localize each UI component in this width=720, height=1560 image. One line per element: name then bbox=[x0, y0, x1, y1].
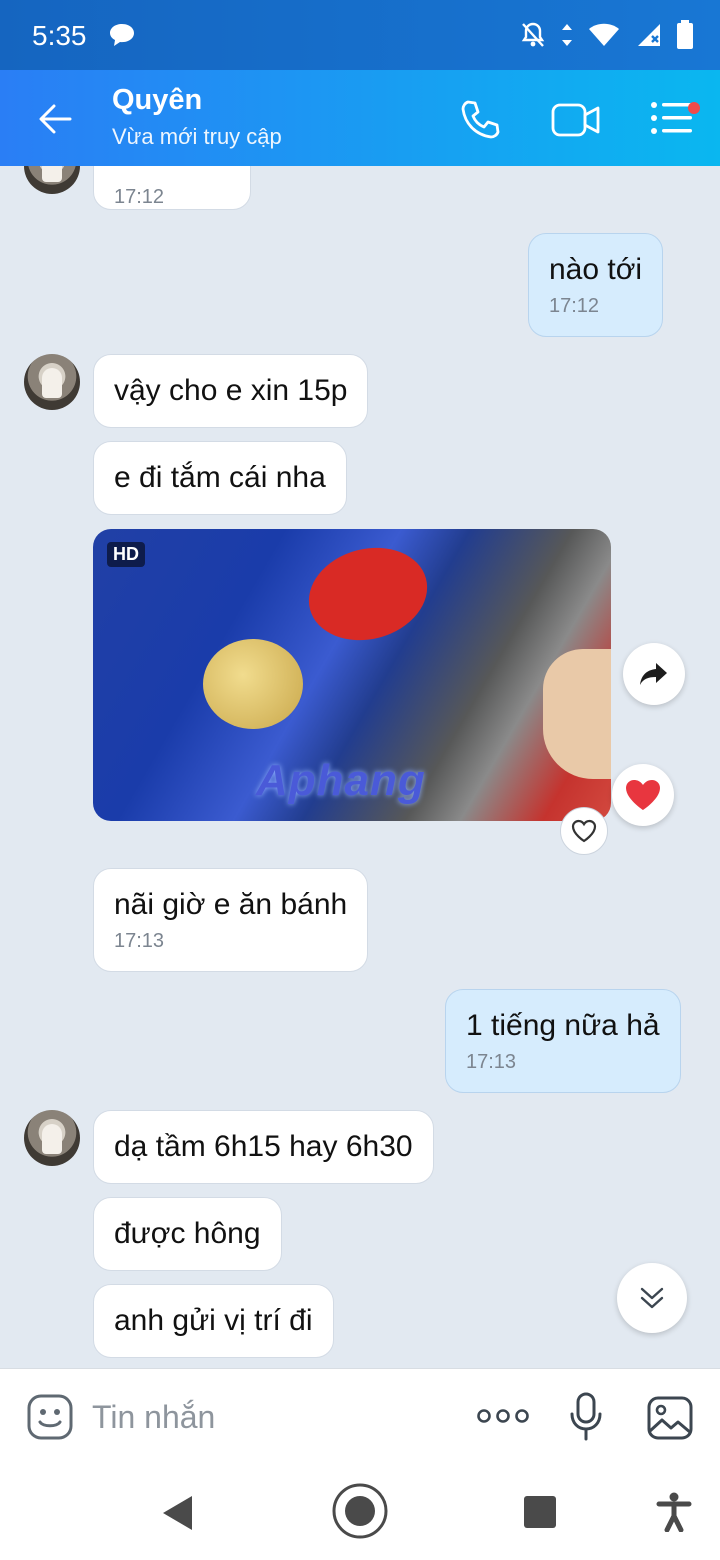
message-text: nào tới bbox=[549, 253, 643, 286]
back-button[interactable] bbox=[34, 98, 76, 140]
heart-icon bbox=[626, 780, 660, 810]
hd-badge: HD bbox=[107, 542, 145, 567]
accessibility-button[interactable] bbox=[656, 1492, 692, 1537]
message-bubble-sent[interactable]: 1 tiếng nữa hả 17:13 bbox=[445, 989, 681, 1093]
message-text: 1 tiếng nữa hả bbox=[466, 1009, 660, 1042]
forward-button[interactable] bbox=[623, 643, 685, 705]
double-chevron-down-icon bbox=[640, 1287, 664, 1309]
triangle-back-icon bbox=[163, 1496, 192, 1530]
contact-name[interactable]: Quyên bbox=[112, 84, 202, 117]
nav-home-button[interactable] bbox=[331, 1482, 389, 1545]
message-input[interactable] bbox=[92, 1395, 452, 1439]
voice-call-button[interactable] bbox=[458, 98, 502, 147]
message-text: nãi giờ e ăn bánh bbox=[114, 888, 348, 921]
microphone-icon bbox=[570, 1392, 602, 1441]
message-text: dạ tầm 6h15 hay 6h30 bbox=[114, 1130, 413, 1163]
status-time: 5:35 bbox=[32, 20, 87, 51]
heart-outline-icon bbox=[571, 819, 597, 843]
like-button[interactable] bbox=[560, 807, 608, 855]
message-bubble-received[interactable]: e đi tắm cái nha bbox=[93, 441, 347, 515]
contact-status: Vừa mới truy cập bbox=[112, 124, 282, 149]
message-bubble-received[interactable]: anh gửi vị trí đi bbox=[93, 1284, 334, 1358]
chat-header: Quyên Vừa mới truy cập bbox=[0, 70, 720, 166]
message-composer bbox=[0, 1368, 720, 1466]
video-call-button[interactable] bbox=[550, 100, 602, 145]
message-text: được hông bbox=[114, 1217, 261, 1250]
gallery-button[interactable] bbox=[646, 1395, 694, 1446]
message-bubble-received[interactable]: 17:12 bbox=[93, 166, 251, 210]
contact-avatar[interactable] bbox=[24, 354, 80, 410]
message-bubble-received[interactable]: dạ tầm 6h15 hay 6h30 bbox=[93, 1110, 434, 1184]
chat-notification-icon bbox=[108, 22, 136, 53]
nav-back-button[interactable] bbox=[160, 1494, 196, 1537]
status-bar: 5:35 bbox=[0, 0, 720, 70]
message-time: 17:12 bbox=[549, 295, 600, 317]
image-icon bbox=[647, 1396, 693, 1440]
notifications-off-icon bbox=[520, 21, 546, 54]
message-time: 17:13 bbox=[114, 930, 165, 952]
nav-recents-button[interactable] bbox=[524, 1496, 556, 1528]
photo-content bbox=[543, 649, 611, 779]
more-dots-icon bbox=[477, 1409, 529, 1423]
message-list[interactable]: 17:12 nào tới 17:12 vậy cho e xin 15p e … bbox=[0, 166, 720, 1368]
accessibility-icon bbox=[656, 1492, 692, 1533]
data-transfer-icon bbox=[560, 22, 574, 53]
message-bubble-received[interactable]: vậy cho e xin 15p bbox=[93, 354, 369, 428]
status-icons bbox=[520, 20, 694, 55]
voice-message-button[interactable] bbox=[568, 1391, 604, 1448]
notification-dot bbox=[688, 102, 700, 114]
message-bubble-received[interactable]: nãi giờ e ăn bánh 17:13 bbox=[93, 868, 369, 972]
photo-watermark: Aphang bbox=[256, 756, 426, 805]
contact-avatar[interactable] bbox=[24, 166, 80, 194]
system-navigation-bar bbox=[0, 1466, 720, 1560]
share-arrow-icon bbox=[640, 663, 667, 685]
message-bubble-sent[interactable]: nào tới 17:12 bbox=[528, 233, 664, 337]
sticker-icon bbox=[27, 1394, 73, 1440]
photo-content bbox=[203, 639, 303, 729]
photo-content bbox=[298, 535, 438, 653]
message-text: e đi tắm cái nha bbox=[114, 461, 326, 494]
reaction-button[interactable] bbox=[612, 764, 674, 826]
message-text: vậy cho e xin 15p bbox=[114, 374, 348, 407]
scroll-to-bottom-button[interactable] bbox=[617, 1263, 687, 1333]
cellular-signal-icon bbox=[634, 22, 662, 53]
message-time: 17:13 bbox=[466, 1051, 517, 1073]
emoji-button[interactable] bbox=[26, 1393, 74, 1446]
battery-icon bbox=[676, 20, 694, 55]
wifi-icon bbox=[588, 22, 620, 53]
message-time: 17:12 bbox=[114, 186, 165, 208]
more-options-button[interactable] bbox=[476, 1407, 530, 1430]
message-text: anh gửi vị trí đi bbox=[114, 1304, 313, 1337]
message-bubble-received[interactable]: được hông bbox=[93, 1197, 282, 1271]
contact-avatar[interactable] bbox=[24, 1110, 80, 1166]
home-circle-icon bbox=[332, 1483, 388, 1539]
